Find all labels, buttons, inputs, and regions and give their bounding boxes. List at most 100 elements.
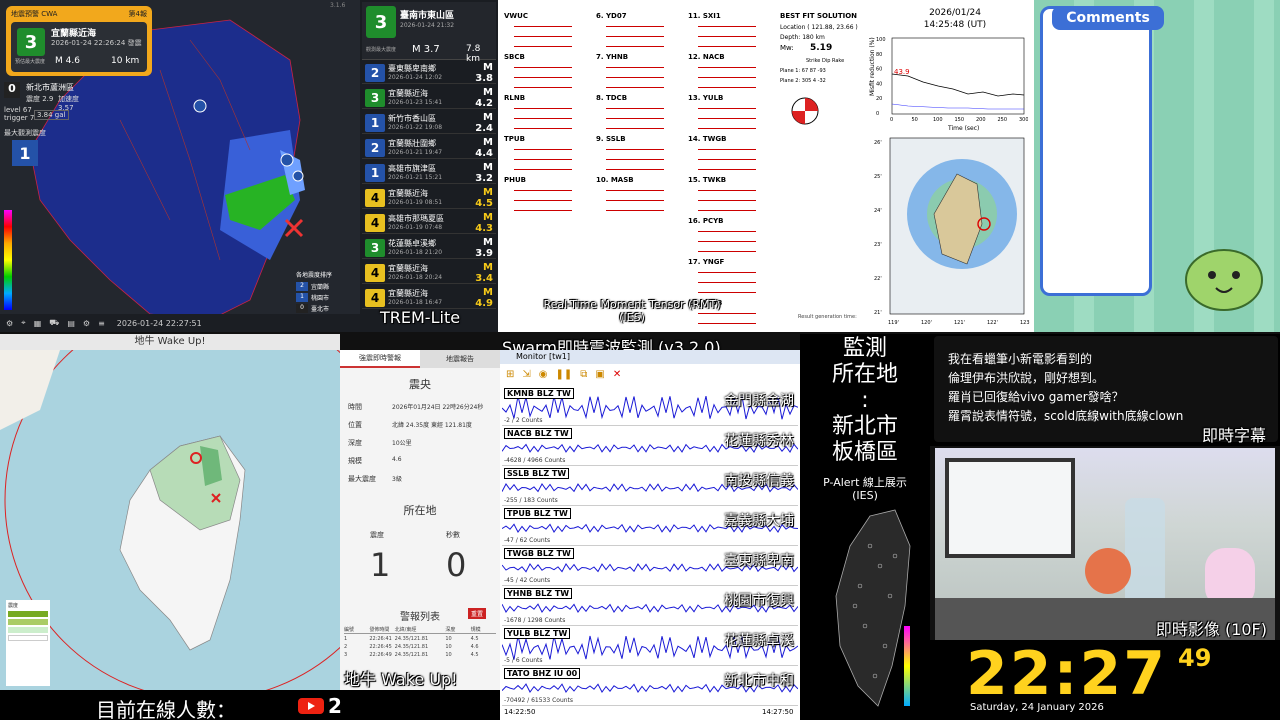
event-time: 2026-01-22 19:08 — [388, 123, 443, 131]
misfit-xtick: 200 — [976, 117, 986, 123]
copy-icon[interactable]: ⧉ — [580, 369, 587, 380]
wake-reset-button[interactable]: 重置 — [468, 608, 487, 619]
station-label: 13. YULB — [688, 94, 724, 102]
station-label: 12. NACB — [688, 53, 725, 61]
monitor-loc-line5: 板橋區 — [831, 440, 898, 465]
wake-row-value: 3級 — [392, 476, 402, 483]
palert-caption-line2: (IES) — [852, 489, 878, 502]
station-label: 6. YD07 — [596, 12, 627, 20]
alert-cell: 1 — [344, 636, 348, 642]
trace-location: 南投縣信義 — [724, 473, 794, 489]
map-lat-tick: 25' — [874, 174, 882, 180]
seismic-trace[interactable]: SSLB BLZ TW -255 / 183 Counts 南投縣信義 — [502, 466, 798, 506]
station-pga: 震度 2.9 — [26, 95, 54, 103]
station-label: 15. TWKB — [688, 176, 727, 184]
target-icon[interactable]: ⌖ — [21, 318, 26, 328]
event-list-item[interactable]: 4 高雄市那瑪夏區 2026-01-19 07:48 M 4.3 — [362, 212, 496, 234]
event-place: 高雄市旗津區 — [388, 163, 436, 173]
alert-table-row[interactable]: 3 22:26:49 24.35/121.81 10 4.5 — [344, 652, 496, 658]
event-info: 新竹市香山區 2026-01-22 19:08 — [388, 114, 462, 132]
clock-time: 22:27 — [966, 640, 1167, 709]
trem-caption: TREM-Lite — [380, 308, 461, 327]
latest-event-mag: M 3.7 — [412, 44, 440, 55]
event-list-item[interactable]: 1 高雄市旗津區 2026-01-21 15:21 M 3.2 — [362, 162, 496, 184]
event-list-item[interactable]: 3 宜蘭縣近海 2026-01-23 15:41 M 4.2 — [362, 87, 496, 109]
youtube-icon — [298, 698, 324, 714]
tab-eew[interactable]: 強震即時警報 — [340, 350, 420, 368]
scale-icon[interactable]: ⇲ — [522, 369, 530, 380]
event-int: 3 — [365, 238, 385, 257]
map-icon[interactable]: ▦ — [34, 319, 42, 328]
trace-label: TWGB BLZ TW — [504, 548, 574, 559]
legend-place-1: 桃園市 — [311, 295, 330, 302]
event-list-item[interactable]: 2 臺東縣卑南鄉 2026-01-24 12:02 M 3.8 — [362, 62, 496, 84]
station-label: 8. TDCB — [596, 94, 628, 102]
alert-table-row[interactable]: 1 22:26:41 24.35/121.81 10 4.5 — [344, 636, 496, 642]
seismic-trace[interactable]: YHNB BLZ TW -1678 / 1298 Counts 桃園市復興 — [502, 586, 798, 626]
pause-icon[interactable]: ❚❚ — [556, 369, 573, 380]
misfit-xtick: 100 — [933, 117, 943, 123]
seismic-trace[interactable]: TPUB BLZ TW -47 / 62 Counts 嘉義縣大埔 — [502, 506, 798, 546]
event-time: 2026-01-19 07:48 — [388, 223, 443, 231]
alert-cell: 4.5 — [470, 636, 479, 642]
station-gal: 3.84 gal — [34, 110, 69, 120]
paste-icon[interactable]: ▣ — [595, 369, 604, 380]
seismic-trace[interactable]: NACB BLZ TW -4628 / 4966 Counts 花蓮縣秀林 — [502, 426, 798, 466]
gear-icon[interactable]: ⚙ — [83, 319, 90, 328]
latest-event[interactable]: 3 臺南市東山區 2026-01-24 21:32 觀測最大震度 M 3.7 7… — [362, 2, 496, 64]
trace-location: 桃園市復興 — [724, 593, 794, 609]
alert-cell: 22:26:41 — [369, 636, 392, 642]
seismic-trace[interactable]: TATO BHZ IU 00 -70492 / 61533 Counts 新北市中和 — [502, 666, 798, 706]
event-list-item[interactable]: 2 宜蘭縣壯圍鄉 2026-01-21 19:47 M 4.4 — [362, 137, 496, 159]
wake-taiwan-map — [0, 350, 340, 690]
tab-report[interactable]: 地震報告 — [420, 350, 500, 368]
list-icon[interactable]: ≡ — [98, 319, 105, 328]
zoom-icon[interactable]: ⊞ — [506, 369, 514, 380]
settings-icon[interactable]: ⚙ — [6, 319, 13, 328]
event-place: 新竹市香山區 — [388, 113, 436, 123]
event-list-item[interactable]: 4 宜蘭縣近海 2026-01-19 08:51 M 4.5 — [362, 187, 496, 209]
eew-card: 地震預警 CWA 第4報 3 宜蘭縣近海 2026-01-24 22:26:24 … — [6, 6, 152, 76]
seismic-trace[interactable]: KMNB BLZ TW -2 / 2 Counts 金門縣金湖 — [502, 386, 798, 426]
alert-cell: 4.6 — [470, 644, 479, 650]
event-time: 2026-01-18 16:47 — [388, 298, 443, 306]
wake-row-key: 深度 — [348, 439, 362, 447]
event-list-item[interactable]: 4 宜蘭縣近海 2026-01-18 20:24 M 3.4 — [362, 262, 496, 284]
event-place: 宜蘭縣壯圍鄉 — [388, 138, 436, 148]
trace-location: 花蓮縣卓溪 — [724, 633, 794, 649]
view-icon[interactable]: ◉ — [539, 369, 548, 380]
swarm-time-start: 14:22:50 — [504, 708, 536, 716]
misfit-xtick: 0 — [890, 117, 893, 123]
trace-label: TPUB BLZ TW — [504, 508, 571, 519]
event-list-item[interactable]: 1 新竹市香山區 2026-01-22 19:08 M 2.4 — [362, 112, 496, 134]
close-icon[interactable]: ✕ — [613, 369, 621, 380]
station-label: PHUB — [504, 176, 527, 184]
rmt-map: 26' 25' 24' 23' 22' 21' 119' 120' 121' 122' 123' — [874, 137, 1030, 326]
rmt-caption-line2: (IES) — [619, 311, 645, 324]
wake-local-title: 所在地 — [403, 504, 437, 517]
alert-cell: 10 — [445, 652, 452, 658]
seismic-trace[interactable]: YULB BLZ TW -5 / 6 Counts 花蓮縣卓溪 — [502, 626, 798, 666]
misfit-ytick: 40 — [876, 81, 882, 87]
map-lon-tick: 120' — [921, 320, 932, 326]
wake-local-dist-label: 秒數 — [446, 531, 460, 539]
wake-row-key: 最大震度 — [348, 475, 376, 483]
map-lon-tick: 123' — [1020, 320, 1030, 326]
misfit-ytick: 20 — [876, 96, 882, 102]
alert-table-header: 編號 發佈時間 北緯/東經 深度 規模 — [344, 626, 496, 634]
camera-bottle — [1125, 498, 1165, 608]
trace-label: YHNB BLZ TW — [504, 588, 573, 599]
station-level: level 67 — [4, 106, 32, 114]
station-label: VWUC — [504, 12, 528, 20]
swarm-panel: Monitor [tw1] ⊞ ⇲ ◉ ❚❚ ⧉ ▣ ✕ KMNB BLZ TW… — [500, 350, 800, 720]
misfit-xtick: 300 — [1019, 117, 1028, 123]
rmt-caption: Real-Time Moment Tensor (RMT) (IES) — [500, 298, 764, 324]
alert-table-row[interactable]: 2 22:26:45 24.35/121.81 10 4.6 — [344, 644, 496, 650]
event-list-item[interactable]: 4 宜蘭縣近海 2026-01-18 16:47 M 4.9 — [362, 287, 496, 309]
monitor-loc-line4: 新北市 — [831, 414, 898, 439]
car-icon[interactable]: ⛟ — [49, 318, 59, 328]
chart-icon[interactable]: ▤ — [67, 319, 75, 328]
seismic-trace[interactable]: TWGB BLZ TW -45 / 42 Counts 臺東縣卑南 — [502, 546, 798, 586]
misfit-time-axis: Time (sec) — [947, 125, 979, 132]
event-list-item[interactable]: 3 花蓮縣卓溪鄉 2026-01-18 21:20 M 3.9 — [362, 237, 496, 259]
